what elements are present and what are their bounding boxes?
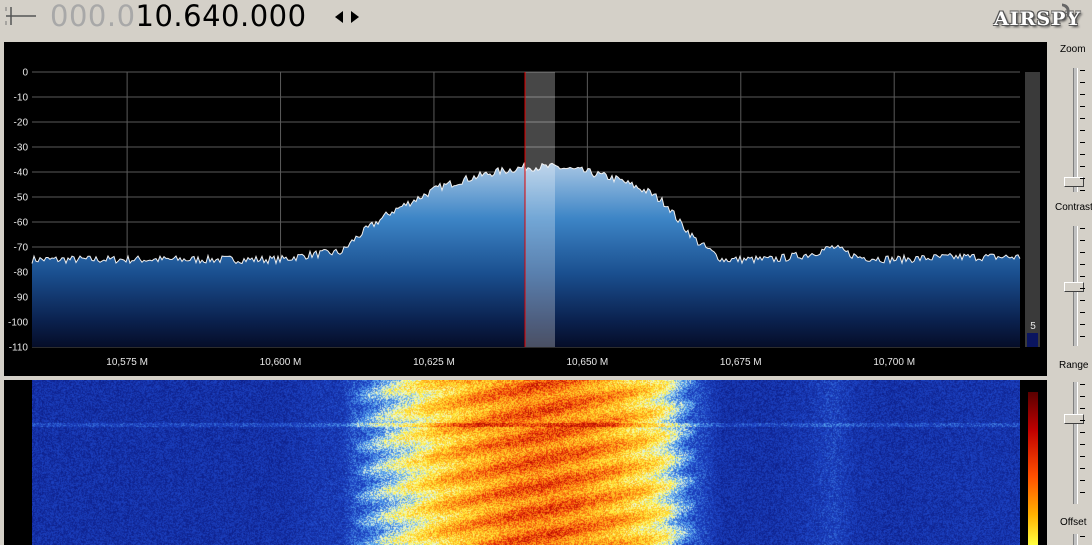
slider-tick [1080, 492, 1085, 493]
range-slider-thumb[interactable] [1064, 414, 1084, 424]
y-tick-label: -10 [14, 93, 29, 104]
slider-tick [1080, 106, 1085, 107]
slider-tick [1080, 480, 1085, 481]
toolbar: 000.010.640.000 AIRSPY [0, 0, 1092, 38]
slider-tick [1080, 276, 1085, 277]
zoom-label: Zoom [1060, 44, 1086, 55]
x-tick-label: 10,575 M [106, 357, 148, 368]
slider-tick [1080, 468, 1085, 469]
slider-tick [1080, 240, 1085, 241]
y-tick-label: -50 [14, 193, 29, 204]
slider-tick [1080, 336, 1085, 337]
y-axis-labels: 0 -10 -20 -30 -40 -50 -60 -70 -80 -90 -100 -110 [8, 68, 28, 354]
slider-tick [1080, 70, 1085, 71]
slider-tick [1080, 536, 1085, 537]
contrast-slider[interactable] [1062, 226, 1086, 346]
averaging-value: 5 [1030, 321, 1036, 332]
slider-tick [1080, 264, 1085, 265]
y-tick-label: -70 [14, 243, 29, 254]
slider-tick [1080, 396, 1085, 397]
y-tick-label: -110 [9, 343, 29, 354]
slider-tick [1080, 130, 1085, 131]
slider-tick [1080, 456, 1085, 457]
frequency-active-digits[interactable]: 10.640.000 [136, 0, 307, 33]
frequency-leading-digits[interactable]: 000.0 [50, 0, 136, 33]
slider-tick [1080, 118, 1085, 119]
y-tick-label: -40 [14, 168, 29, 179]
y-tick-label: -90 [14, 293, 29, 304]
waterfall-display[interactable] [4, 380, 1047, 545]
slider-tick [1080, 154, 1085, 155]
slider-tick [1080, 82, 1085, 83]
frequency-step-arrows-icon[interactable] [333, 9, 361, 25]
x-tick-label: 10,675 M [720, 357, 762, 368]
x-tick-label: 10,650 M [567, 357, 609, 368]
tuning-handle-icon[interactable] [4, 3, 38, 29]
slider-tick [1080, 252, 1085, 253]
contrast-label: Contrast [1055, 202, 1092, 213]
averaging-bar-track[interactable] [1025, 72, 1040, 347]
y-tick-label: -20 [14, 118, 29, 129]
waterfall-colorbar [1028, 392, 1038, 545]
slider-tick [1080, 142, 1085, 143]
y-tick-label: -60 [14, 218, 29, 229]
slider-tick [1080, 432, 1085, 433]
slider-tick [1080, 444, 1085, 445]
offset-label: Offset [1060, 517, 1087, 528]
offset-slider[interactable] [1062, 534, 1086, 545]
slider-tick [1080, 324, 1085, 325]
slider-tick [1080, 312, 1085, 313]
zoom-slider[interactable] [1062, 68, 1086, 192]
averaging-bar-fill [1027, 333, 1038, 347]
slider-tick [1080, 288, 1085, 289]
y-tick-label: -100 [8, 318, 28, 329]
spectrum-plot[interactable]: 0 -10 -20 -30 -40 -50 -60 -70 -80 -90 -100 -110 10,… [4, 42, 1047, 376]
display-controls-panel: Zoom Contrast Range Offset [1050, 38, 1092, 545]
range-slider[interactable] [1062, 382, 1086, 504]
slider-tick [1080, 300, 1085, 301]
slider-tick [1080, 94, 1085, 95]
y-tick-label: 0 [22, 68, 28, 79]
x-tick-label: 10,600 M [260, 357, 302, 368]
waterfall-color-gradient [1028, 392, 1038, 545]
filter-passband[interactable] [525, 72, 555, 347]
x-tick-label: 10,700 M [873, 357, 915, 368]
slider-tick [1080, 408, 1085, 409]
frequency-display[interactable]: 000.010.640.000 [50, 0, 307, 34]
radio-waves-icon [1062, 3, 1070, 18]
y-tick-label: -80 [14, 268, 29, 279]
slider-tick [1080, 228, 1085, 229]
slider-tick [1080, 166, 1085, 167]
slider-tick [1080, 190, 1085, 191]
slider-tick [1080, 420, 1085, 421]
slider-tick [1080, 178, 1085, 179]
y-tick-label: -30 [14, 143, 29, 154]
spectrum-analyzer[interactable]: 0 -10 -20 -30 -40 -50 -60 -70 -80 -90 -100 -110 10,… [4, 42, 1047, 376]
slider-tick [1080, 384, 1085, 385]
x-axis-labels: 10,575 M 10,600 M 10,625 M 10,650 M 10,675 M… [106, 357, 915, 368]
x-tick-label: 10,625 M [413, 357, 455, 368]
contrast-slider-thumb[interactable] [1064, 282, 1084, 292]
range-label: Range [1059, 360, 1089, 371]
